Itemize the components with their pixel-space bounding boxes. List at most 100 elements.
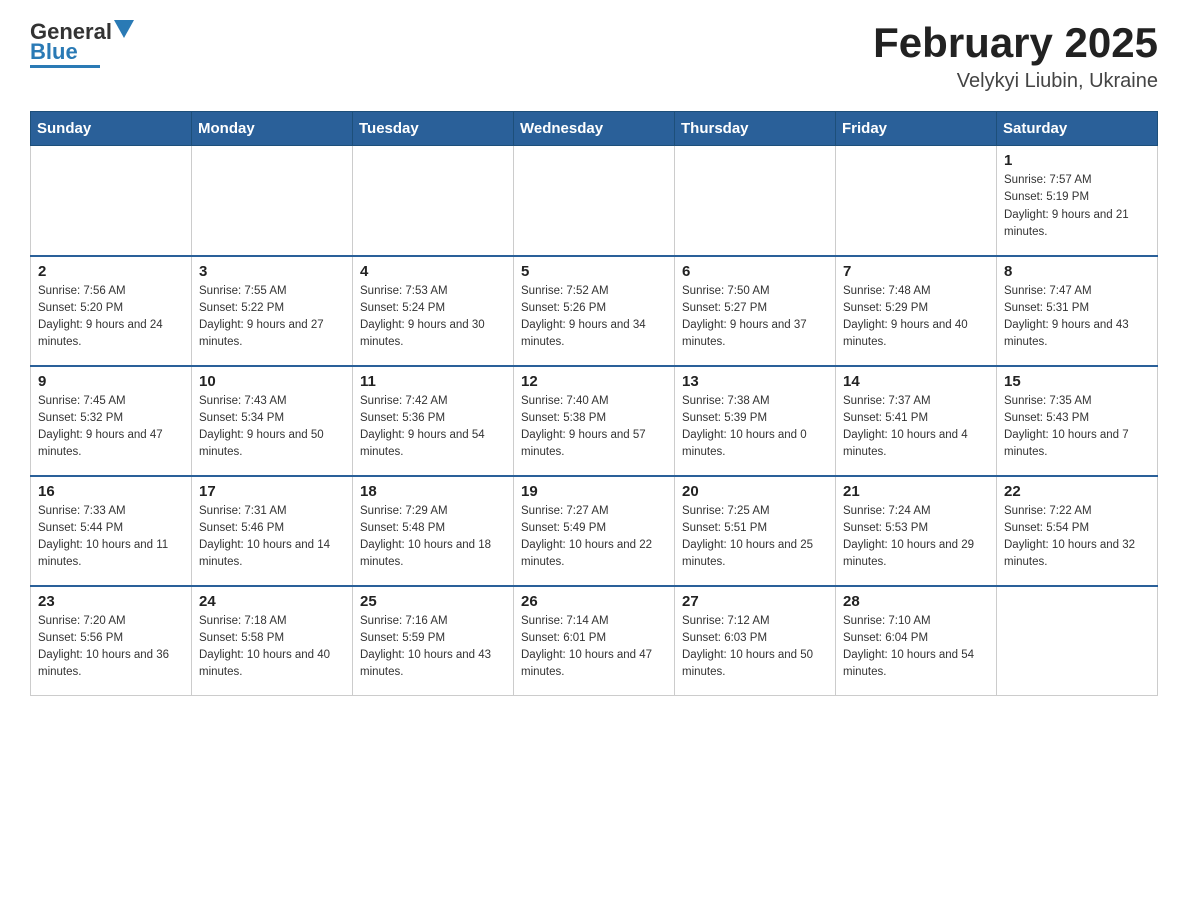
day-number: 15 bbox=[1004, 373, 1150, 390]
calendar-cell: 19 Sunrise: 7:27 AMSunset: 5:49 PMDayligh… bbox=[514, 476, 675, 586]
day-number: 6 bbox=[682, 263, 828, 280]
day-info: Sunrise: 7:43 AMSunset: 5:34 PMDaylight:… bbox=[199, 393, 345, 462]
calendar-cell: 23 Sunrise: 7:20 AMSunset: 5:56 PMDayligh… bbox=[31, 586, 192, 696]
location-subtitle: Velykyi Liubin, Ukraine bbox=[873, 70, 1158, 93]
day-info: Sunrise: 7:57 AMSunset: 5:19 PMDaylight:… bbox=[1004, 172, 1150, 241]
day-info: Sunrise: 7:27 AMSunset: 5:49 PMDaylight:… bbox=[521, 503, 667, 572]
day-info: Sunrise: 7:45 AMSunset: 5:32 PMDaylight:… bbox=[38, 393, 184, 462]
day-info: Sunrise: 7:50 AMSunset: 5:27 PMDaylight:… bbox=[682, 283, 828, 352]
calendar-cell bbox=[675, 146, 836, 256]
calendar-cell bbox=[836, 146, 997, 256]
logo: General Blue bbox=[30, 20, 134, 68]
calendar-cell bbox=[514, 146, 675, 256]
logo-triangle-icon bbox=[114, 20, 134, 38]
day-info: Sunrise: 7:24 AMSunset: 5:53 PMDaylight:… bbox=[843, 503, 989, 572]
day-info: Sunrise: 7:56 AMSunset: 5:20 PMDaylight:… bbox=[38, 283, 184, 352]
day-info: Sunrise: 7:10 AMSunset: 6:04 PMDaylight:… bbox=[843, 613, 989, 682]
day-number: 26 bbox=[521, 593, 667, 610]
day-number: 21 bbox=[843, 483, 989, 500]
day-number: 27 bbox=[682, 593, 828, 610]
calendar-cell: 16 Sunrise: 7:33 AMSunset: 5:44 PMDayligh… bbox=[31, 476, 192, 586]
calendar-cell: 4 Sunrise: 7:53 AMSunset: 5:24 PMDaylight… bbox=[353, 256, 514, 366]
calendar-cell: 22 Sunrise: 7:22 AMSunset: 5:54 PMDayligh… bbox=[997, 476, 1158, 586]
day-number: 22 bbox=[1004, 483, 1150, 500]
day-info: Sunrise: 7:48 AMSunset: 5:29 PMDaylight:… bbox=[843, 283, 989, 352]
day-info: Sunrise: 7:14 AMSunset: 6:01 PMDaylight:… bbox=[521, 613, 667, 682]
calendar-header-row: SundayMondayTuesdayWednesdayThursdayFrid… bbox=[31, 112, 1158, 146]
column-header-saturday: Saturday bbox=[997, 112, 1158, 146]
day-number: 2 bbox=[38, 263, 184, 280]
calendar-cell: 28 Sunrise: 7:10 AMSunset: 6:04 PMDayligh… bbox=[836, 586, 997, 696]
calendar-cell: 5 Sunrise: 7:52 AMSunset: 5:26 PMDaylight… bbox=[514, 256, 675, 366]
month-year-title: February 2025 bbox=[873, 20, 1158, 66]
day-info: Sunrise: 7:29 AMSunset: 5:48 PMDaylight:… bbox=[360, 503, 506, 572]
day-info: Sunrise: 7:25 AMSunset: 5:51 PMDaylight:… bbox=[682, 503, 828, 572]
calendar-cell: 13 Sunrise: 7:38 AMSunset: 5:39 PMDayligh… bbox=[675, 366, 836, 476]
logo-underline bbox=[30, 65, 100, 68]
column-header-friday: Friday bbox=[836, 112, 997, 146]
day-number: 5 bbox=[521, 263, 667, 280]
day-number: 4 bbox=[360, 263, 506, 280]
calendar-week-row: 2 Sunrise: 7:56 AMSunset: 5:20 PMDaylight… bbox=[31, 256, 1158, 366]
day-info: Sunrise: 7:55 AMSunset: 5:22 PMDaylight:… bbox=[199, 283, 345, 352]
calendar-cell: 3 Sunrise: 7:55 AMSunset: 5:22 PMDaylight… bbox=[192, 256, 353, 366]
column-header-sunday: Sunday bbox=[31, 112, 192, 146]
calendar-cell: 26 Sunrise: 7:14 AMSunset: 6:01 PMDayligh… bbox=[514, 586, 675, 696]
calendar-table: SundayMondayTuesdayWednesdayThursdayFrid… bbox=[30, 111, 1158, 696]
calendar-cell: 10Sunrise: 7:43 AMSunset: 5:34 PMDayligh… bbox=[192, 366, 353, 476]
day-number: 20 bbox=[682, 483, 828, 500]
day-number: 3 bbox=[199, 263, 345, 280]
day-number: 11 bbox=[360, 373, 506, 390]
column-header-monday: Monday bbox=[192, 112, 353, 146]
day-info: Sunrise: 7:42 AMSunset: 5:36 PMDaylight:… bbox=[360, 393, 506, 462]
day-number: 19 bbox=[521, 483, 667, 500]
day-info: Sunrise: 7:33 AMSunset: 5:44 PMDaylight:… bbox=[38, 503, 184, 572]
column-header-tuesday: Tuesday bbox=[353, 112, 514, 146]
calendar-cell: 24Sunrise: 7:18 AMSunset: 5:58 PMDayligh… bbox=[192, 586, 353, 696]
calendar-cell: 8 Sunrise: 7:47 AMSunset: 5:31 PMDaylight… bbox=[997, 256, 1158, 366]
day-number: 9 bbox=[38, 373, 184, 390]
day-number: 23 bbox=[38, 593, 184, 610]
calendar-cell: 21 Sunrise: 7:24 AMSunset: 5:53 PMDayligh… bbox=[836, 476, 997, 586]
day-number: 1 bbox=[1004, 152, 1150, 169]
day-info: Sunrise: 7:35 AMSunset: 5:43 PMDaylight:… bbox=[1004, 393, 1150, 462]
calendar-week-row: 9 Sunrise: 7:45 AMSunset: 5:32 PMDaylight… bbox=[31, 366, 1158, 476]
day-number: 28 bbox=[843, 593, 989, 610]
calendar-cell: 14Sunrise: 7:37 AMSunset: 5:41 PMDayligh… bbox=[836, 366, 997, 476]
calendar-cell bbox=[997, 586, 1158, 696]
day-info: Sunrise: 7:38 AMSunset: 5:39 PMDaylight:… bbox=[682, 393, 828, 462]
day-number: 8 bbox=[1004, 263, 1150, 280]
day-info: Sunrise: 7:52 AMSunset: 5:26 PMDaylight:… bbox=[521, 283, 667, 352]
calendar-week-row: 1 Sunrise: 7:57 AMSunset: 5:19 PMDaylight… bbox=[31, 146, 1158, 256]
column-header-wednesday: Wednesday bbox=[514, 112, 675, 146]
day-info: Sunrise: 7:12 AMSunset: 6:03 PMDaylight:… bbox=[682, 613, 828, 682]
day-info: Sunrise: 7:22 AMSunset: 5:54 PMDaylight:… bbox=[1004, 503, 1150, 572]
calendar-cell: 18 Sunrise: 7:29 AMSunset: 5:48 PMDayligh… bbox=[353, 476, 514, 586]
day-number: 13 bbox=[682, 373, 828, 390]
day-info: Sunrise: 7:20 AMSunset: 5:56 PMDaylight:… bbox=[38, 613, 184, 682]
calendar-cell: 20 Sunrise: 7:25 AMSunset: 5:51 PMDayligh… bbox=[675, 476, 836, 586]
calendar-cell bbox=[31, 146, 192, 256]
logo-blue-text: Blue bbox=[30, 41, 78, 63]
calendar-cell: 12Sunrise: 7:40 AMSunset: 5:38 PMDayligh… bbox=[514, 366, 675, 476]
calendar-week-row: 16 Sunrise: 7:33 AMSunset: 5:44 PMDayligh… bbox=[31, 476, 1158, 586]
day-info: Sunrise: 7:53 AMSunset: 5:24 PMDaylight:… bbox=[360, 283, 506, 352]
day-info: Sunrise: 7:47 AMSunset: 5:31 PMDaylight:… bbox=[1004, 283, 1150, 352]
calendar-cell: 11 Sunrise: 7:42 AMSunset: 5:36 PMDayligh… bbox=[353, 366, 514, 476]
calendar-cell: 6 Sunrise: 7:50 AMSunset: 5:27 PMDaylight… bbox=[675, 256, 836, 366]
day-info: Sunrise: 7:31 AMSunset: 5:46 PMDaylight:… bbox=[199, 503, 345, 572]
calendar-cell: 17 Sunrise: 7:31 AMSunset: 5:46 PMDayligh… bbox=[192, 476, 353, 586]
day-number: 7 bbox=[843, 263, 989, 280]
day-number: 18 bbox=[360, 483, 506, 500]
calendar-cell: 27 Sunrise: 7:12 AMSunset: 6:03 PMDayligh… bbox=[675, 586, 836, 696]
calendar-cell: 1 Sunrise: 7:57 AMSunset: 5:19 PMDaylight… bbox=[997, 146, 1158, 256]
page-header: General Blue February 2025 Velykyi Liubi… bbox=[30, 20, 1158, 93]
calendar-cell: 25Sunrise: 7:16 AMSunset: 5:59 PMDayligh… bbox=[353, 586, 514, 696]
day-number: 12 bbox=[521, 373, 667, 390]
day-number: 17 bbox=[199, 483, 345, 500]
day-number: 16 bbox=[38, 483, 184, 500]
calendar-cell bbox=[353, 146, 514, 256]
column-header-thursday: Thursday bbox=[675, 112, 836, 146]
calendar-cell: 7 Sunrise: 7:48 AMSunset: 5:29 PMDaylight… bbox=[836, 256, 997, 366]
day-number: 24 bbox=[199, 593, 345, 610]
